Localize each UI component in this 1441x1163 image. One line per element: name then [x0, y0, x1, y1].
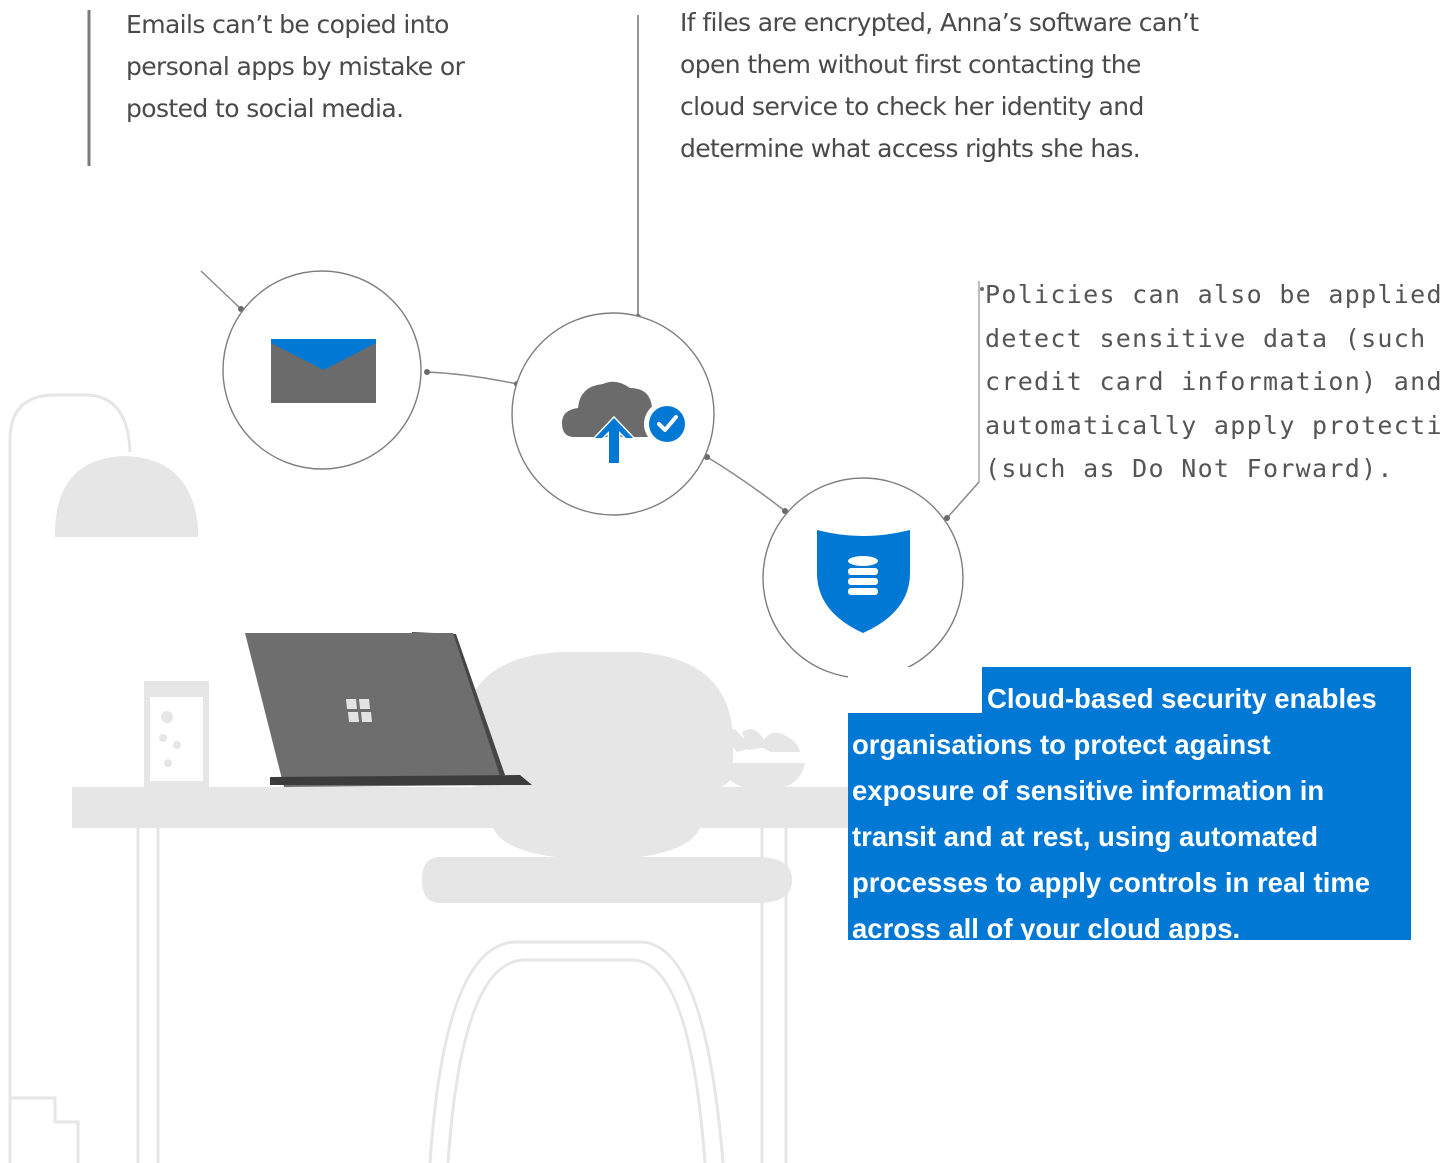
callout-text: Cloud-based security enables organisatio… [852, 676, 1412, 952]
policies-caption-line: (such as Do Not Forward). [985, 454, 1394, 483]
email-caption: Emails can’t be copied into personal app… [126, 4, 465, 130]
email-caption-line: personal apps by mistake or [126, 52, 465, 81]
policies-caption-line: automatically apply protection [985, 410, 1441, 440]
policies-caption-line: detect sensitive data (such as [985, 323, 1441, 353]
policies-caption: Policies can also be applied to detect s… [985, 273, 1441, 491]
envelope-icon [271, 339, 376, 403]
email-caption-line: posted to social media. [126, 94, 404, 123]
infographic-page: Emails can’t be copied into personal app… [0, 0, 1441, 1163]
policies-caption-line: Policies can also be applied to [985, 280, 1441, 309]
encryption-caption-line: open them without first contacting the [680, 50, 1141, 79]
callout-line: processes to apply controls in real time [852, 867, 1371, 898]
callout-line: across all of your cloud apps. [852, 913, 1241, 944]
chair-seat [422, 857, 792, 903]
office-scene-illustration [8, 10, 984, 1163]
salad-bowl [721, 729, 805, 790]
chair-waist [493, 828, 700, 857]
callout-line: transit and at rest, using automated [852, 821, 1319, 852]
email-caption-line: Emails can’t be copied into [126, 10, 449, 39]
desk-top [72, 787, 862, 828]
lamp-shade [55, 456, 198, 537]
encryption-caption-line: determine what access rights she has. [680, 134, 1141, 163]
callout-line: organisations to protect against [852, 729, 1271, 760]
chair-backrest [462, 652, 734, 790]
encryption-caption-line: If files are encrypted, Anna’s software … [680, 8, 1199, 37]
chair-legs [428, 940, 725, 1163]
encryption-caption-line: cloud service to check her identity and [680, 92, 1144, 121]
policies-caption-line: credit card information) and [985, 367, 1441, 396]
callout-line: exposure of sensitive information in [852, 775, 1325, 806]
encryption-caption: If files are encrypted, Anna’s software … [680, 2, 1199, 170]
callout-line: Cloud-based security enables [987, 683, 1377, 714]
